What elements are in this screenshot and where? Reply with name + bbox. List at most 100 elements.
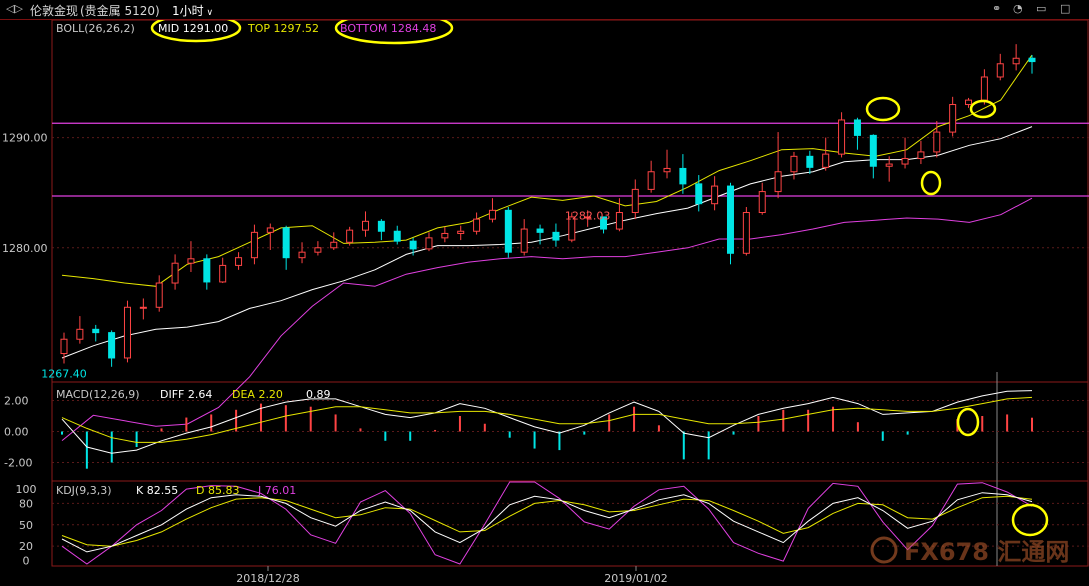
watermark-logo-icon [870, 536, 898, 564]
macd-dea-line [61, 396, 1033, 443]
candle-up [711, 185, 719, 205]
candle-up [425, 237, 433, 250]
price-annotation: 1267.40 [41, 367, 87, 380]
kdj-y-tick: 20 [19, 540, 33, 553]
macd-y-tick: 2.00 [4, 395, 29, 408]
period-label: 1小时 [172, 4, 204, 18]
candle-up [473, 218, 481, 232]
macd-legend-item: DEA 2.20 [232, 388, 283, 401]
candle-down [203, 258, 211, 283]
x-tick-label: 2019/01/02 [604, 572, 667, 585]
macd-panel: 2.00 0.00 -2.00 MACD(12,26,9) DIFF 2.64 DEA 2… [4, 388, 1089, 470]
candle-up [742, 212, 750, 254]
candle-up [219, 264, 227, 283]
candle-up [885, 163, 893, 167]
macd-y-tick: 0.00 [4, 426, 29, 439]
kdj-legend-item: J 76.01 [257, 484, 296, 497]
candle-down [92, 328, 100, 334]
candle-up [155, 282, 163, 308]
candle-down [552, 231, 560, 241]
period-selector[interactable]: 1小时 ∨ [172, 2, 213, 19]
chevron-down-icon: ∨ [203, 8, 214, 18]
kdj-legend-item: D 85.83 [196, 484, 239, 497]
maximize-icon[interactable]: □ [1060, 2, 1070, 15]
kdj-legend-item: KDJ(9,3,3) [56, 484, 112, 497]
macd-legend-item: MACD(12,26,9) [56, 388, 140, 401]
instrument-category: (贵金属 5120) [80, 4, 160, 18]
candle-up [488, 209, 496, 220]
candle-up [917, 151, 925, 160]
highlight-circle [1011, 503, 1049, 537]
watermark-text: FX678 汇通网 [904, 538, 1069, 566]
boll-legend-item: BOTTOM 1284.48 [340, 22, 436, 35]
candle-down [377, 220, 385, 232]
candle-up [76, 328, 84, 340]
kdj-y-tick: 80 [19, 497, 33, 510]
candle-up [60, 338, 68, 355]
panel-frame-0 [51, 20, 1089, 383]
candle-down [679, 167, 687, 185]
candle-up [663, 167, 671, 173]
candle-down [393, 230, 401, 242]
candle-up [996, 63, 1004, 78]
candle-up [790, 155, 798, 173]
kdj-y-tick: 100 [16, 483, 37, 496]
candle-up [758, 191, 766, 214]
candle-up [615, 212, 623, 230]
candle-up [235, 257, 243, 266]
candle-up [901, 158, 909, 165]
y-tick-label: 1280.00 [2, 242, 48, 255]
candle-up [774, 171, 782, 193]
candle-up [822, 153, 830, 168]
candle-down [108, 332, 116, 359]
back-forward-arrows-icon[interactable]: ◁▷ [6, 2, 23, 15]
x-axis: 2018/12/28 2019/01/02 [236, 566, 668, 585]
boll-legend-item: MID 1291.00 [158, 22, 228, 35]
candle-up [171, 262, 179, 284]
boll-legend-item: BOLL(26,26,2) [56, 22, 135, 35]
candle-up [330, 241, 338, 249]
boll-legend-item: TOP 1297.52 [247, 22, 319, 35]
candle-down [695, 183, 703, 205]
minimize-icon[interactable]: ▭ [1036, 2, 1046, 15]
candle-up [250, 231, 258, 259]
clock-icon[interactable]: ◔ [1013, 2, 1023, 15]
candle-up [838, 119, 846, 155]
candle-up [362, 220, 370, 231]
price-annotation: 1282.03 [565, 209, 611, 222]
highlight-circle [865, 96, 901, 122]
candlestick-panel: 1298.481282.031278.501267.40 [41, 44, 1089, 441]
candle-up [965, 99, 973, 106]
price-chart[interactable]: 1290.00 1280.00 1298.481282.031278.501267… [0, 20, 1089, 586]
boll-bottom-line [61, 197, 1033, 441]
candle-up [647, 171, 655, 190]
kdj-y-tick: 50 [19, 519, 33, 532]
highlight-circles [150, 20, 1049, 537]
kdj-y-tick: 0 [23, 554, 30, 567]
candle-up [346, 229, 354, 243]
candle-up [298, 251, 306, 259]
link-icon[interactable]: ⚭ [992, 2, 1001, 15]
candle-down [504, 209, 512, 253]
y-tick-label: 1290.00 [2, 132, 48, 145]
candle-up [139, 306, 147, 309]
candle-up [457, 230, 465, 234]
candle-down [409, 240, 417, 250]
candle-up [631, 188, 639, 214]
candle-up [266, 227, 274, 233]
candle-up [314, 247, 322, 253]
candle-up [1012, 57, 1020, 65]
boll-legend: BOLL(26,26,2) MID 1291.00 TOP 1297.52 BOTTO… [56, 22, 436, 35]
instrument-name: 伦敦金现 [30, 4, 79, 18]
macd-legend-item: DIFF 2.64 [160, 388, 212, 401]
title-bar: ◁▷ 伦敦金现 (贵金属 5120) 1小时 ∨ ⚭ ◔ ▭ □ [0, 0, 1089, 20]
macd-legend-item: 0.89 [306, 388, 331, 401]
macd-y-tick: -2.00 [4, 457, 32, 470]
boll-mid-line [61, 126, 1033, 359]
candle-up [933, 131, 941, 153]
candle-up [949, 104, 957, 133]
candle-up [123, 306, 131, 359]
boll-top-line [61, 54, 1033, 287]
kdj-legend-item: K 82.55 [136, 484, 178, 497]
candle-down [806, 155, 814, 168]
